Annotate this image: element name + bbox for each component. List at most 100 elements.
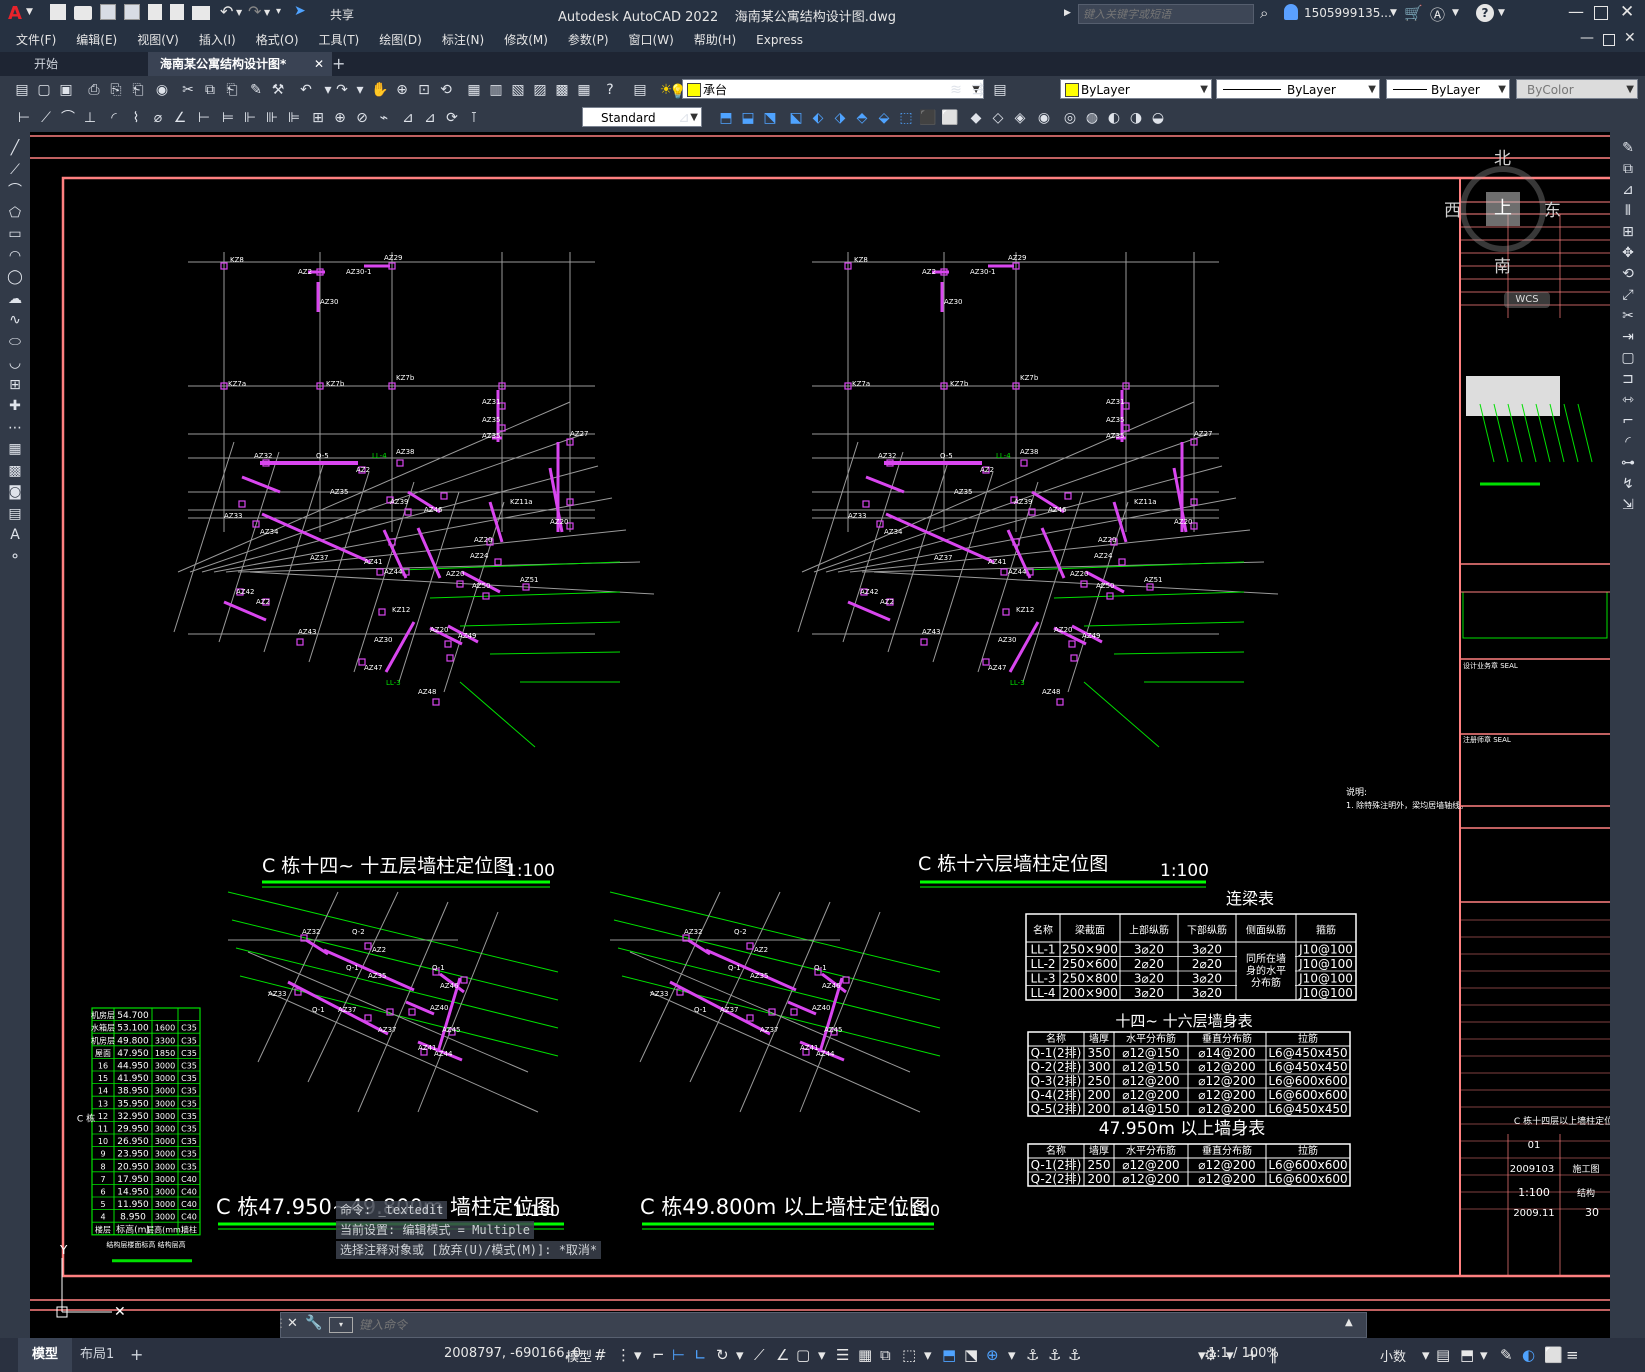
layer-combo[interactable]: 💡 承台 ▼ [669,79,984,100]
ellipse-arc-icon[interactable]: ◡ [5,353,25,373]
ucs-object-icon[interactable]: ⬖ [808,108,828,128]
gizmo-icon[interactable]: ⊕ [986,1346,999,1364]
center-mark-icon[interactable]: ⊕ [330,108,350,128]
make-current-layer-icon[interactable]: ≋ [946,80,966,100]
ordinate-icon[interactable]: ⊥ [80,108,100,128]
ucs-y-icon[interactable]: ⬜ [940,108,960,128]
viewcube-east[interactable]: 东 [1544,196,1561,221]
tab-start[interactable]: 开始 [22,52,70,76]
isodraft-icon[interactable]: ⟋ [754,1346,765,1364]
tab-model[interactable]: 模型 [18,1338,73,1372]
rotate-icon[interactable]: ⟲ [1618,264,1638,284]
annotation-scale-icon[interactable]: ⚓ [1068,1346,1081,1364]
diameter-icon[interactable]: ⌀ [148,108,168,128]
blend-icon[interactable]: ⊶ [1618,453,1638,473]
visual-style-icon[interactable]: ◉ [1034,108,1054,128]
make-block-icon[interactable]: ✚ [5,396,25,416]
add-selected-icon[interactable]: ⚬ [5,547,25,567]
ucs-x-icon[interactable]: ⬛ [918,108,938,128]
color-combo[interactable]: ByLayer ▼ [1060,79,1212,99]
orbit-icon[interactable]: ◎ [1060,108,1080,128]
ucs-world-icon[interactable]: ⬓ [738,108,758,128]
publish-icon[interactable]: ⎗ [128,80,148,100]
array-icon[interactable]: ⊞ [1618,222,1638,242]
menu-item-0[interactable]: 文件(F) [6,28,66,52]
open-icon[interactable]: ▢ [34,80,54,100]
annotation-visibility-icon[interactable]: ⚓ [1026,1346,1039,1364]
menu-item-11[interactable]: 帮助(H) [684,28,746,52]
layer-properties-icon[interactable]: ▤ [630,80,650,100]
insert-block-icon[interactable]: ⊞ [5,375,25,395]
cart-icon[interactable]: 🛒 [1404,4,1423,22]
customize-qat-icon[interactable]: ▾ [276,6,281,17]
search-input[interactable] [1078,4,1254,24]
tool-palettes-icon[interactable]: ▧ [508,80,528,100]
command-line-grip-icon[interactable]: ⋮ [275,1316,287,1330]
viewcube-south[interactable]: 南 [1494,252,1511,277]
close-icon[interactable]: ✕ [1620,2,1634,22]
linetype-dropdown-icon[interactable]: ▼ [1368,80,1376,100]
trim-icon[interactable]: ✂ [1618,306,1638,326]
user-dropdown-icon[interactable]: ▼ [1390,8,1397,18]
dim-space-icon[interactable]: ⊪ [262,108,282,128]
command-input[interactable] [357,1314,1351,1336]
3d-dwf-icon[interactable]: ◉ [152,80,172,100]
arc-length-icon[interactable]: ⌒ [58,108,78,128]
menu-item-2[interactable]: 视图(V) [127,28,189,52]
stretch-icon[interactable]: ⇲ [1618,495,1638,515]
inspection-icon[interactable]: ⊘ [352,108,372,128]
units-button[interactable]: 小数 [1380,1346,1406,1365]
layer-state-icon[interactable]: ▤ [990,80,1010,100]
menu-item-7[interactable]: 标注(N) [432,28,494,52]
material-icon[interactable]: ◈ [1010,108,1030,128]
jogged-icon[interactable]: ⌇ [126,108,146,128]
aligned-dim-icon[interactable]: ⟋ [36,108,56,128]
gradient-icon[interactable]: ▩ [5,461,25,481]
command-customize-icon[interactable]: 🔧 [305,1315,322,1331]
viewcube-west[interactable]: 西 [1444,196,1461,221]
object-snap-tracking-icon[interactable]: ∠ [776,1346,789,1364]
plot-preview-icon[interactable]: ⎘ [106,80,126,100]
osnap-dropdown-icon[interactable]: ▾ [818,1346,826,1364]
autocad-logo[interactable]: A [8,3,22,24]
ellipse-icon[interactable]: ⬭ [5,332,25,352]
rectangle-icon[interactable]: ▭ [5,224,25,244]
offset-icon[interactable]: ⫴ [1618,201,1638,221]
camera-icon[interactable]: ◐ [1104,108,1124,128]
doc-minimize-icon[interactable]: — [1580,30,1594,46]
transparency-icon[interactable]: ▦ [858,1346,872,1364]
tab-current-drawing[interactable]: 海南某公寓结构设计图* ✕ [148,52,332,76]
viewcube-north[interactable]: 北 [1494,144,1511,169]
isolate-icon[interactable]: ✎ [1500,1346,1513,1364]
undo-dropdown-icon[interactable]: ▼ [236,8,242,17]
snap-icon[interactable]: ⋮ [616,1346,631,1364]
baseline-icon[interactable]: ⊨ [218,108,238,128]
user-name[interactable]: 1505999135... [1304,6,1392,20]
hardware-acceleration-icon[interactable]: ◐ [1522,1346,1535,1364]
undo-icon[interactable]: ↶ [296,80,316,100]
minimize-icon[interactable]: — [1568,2,1584,21]
markup-icon[interactable]: ▩ [552,80,572,100]
3d-osnap-dropdown-icon[interactable]: ▾ [924,1346,932,1364]
new-tab-button[interactable]: + [320,52,357,76]
section-icon[interactable]: ◒ [1148,108,1168,128]
menu-item-6[interactable]: 绘图(D) [369,28,432,52]
ucs-3point-icon[interactable]: ⬚ [896,108,916,128]
share-icon[interactable]: ➤ [294,3,306,19]
redo-icon[interactable]: ↷ [248,2,261,21]
line-icon[interactable]: ╱ [5,138,25,158]
3d-osnap-icon[interactable]: ⬚ [902,1346,916,1364]
region-icon[interactable]: ◙ [5,482,25,502]
dim-update-icon[interactable]: ⟳ [442,108,462,128]
design-center-icon[interactable]: ▥ [486,80,506,100]
plotstyle-dropdown-icon[interactable]: ▼ [1626,80,1634,100]
a360-dropdown-icon[interactable]: ▼ [1452,8,1459,18]
save-icon[interactable] [100,4,116,20]
units-dropdown-icon[interactable]: ▾ [1422,1346,1430,1364]
cut-icon[interactable]: ✂ [178,80,198,100]
add-layout-button[interactable]: + [116,1338,157,1372]
lock-ui-icon[interactable]: ⬒ [1460,1346,1474,1364]
new-file-icon[interactable] [50,4,66,20]
lineweight-dropdown-icon[interactable]: ▼ [1498,80,1506,100]
new-icon[interactable]: ▤ [12,80,32,100]
